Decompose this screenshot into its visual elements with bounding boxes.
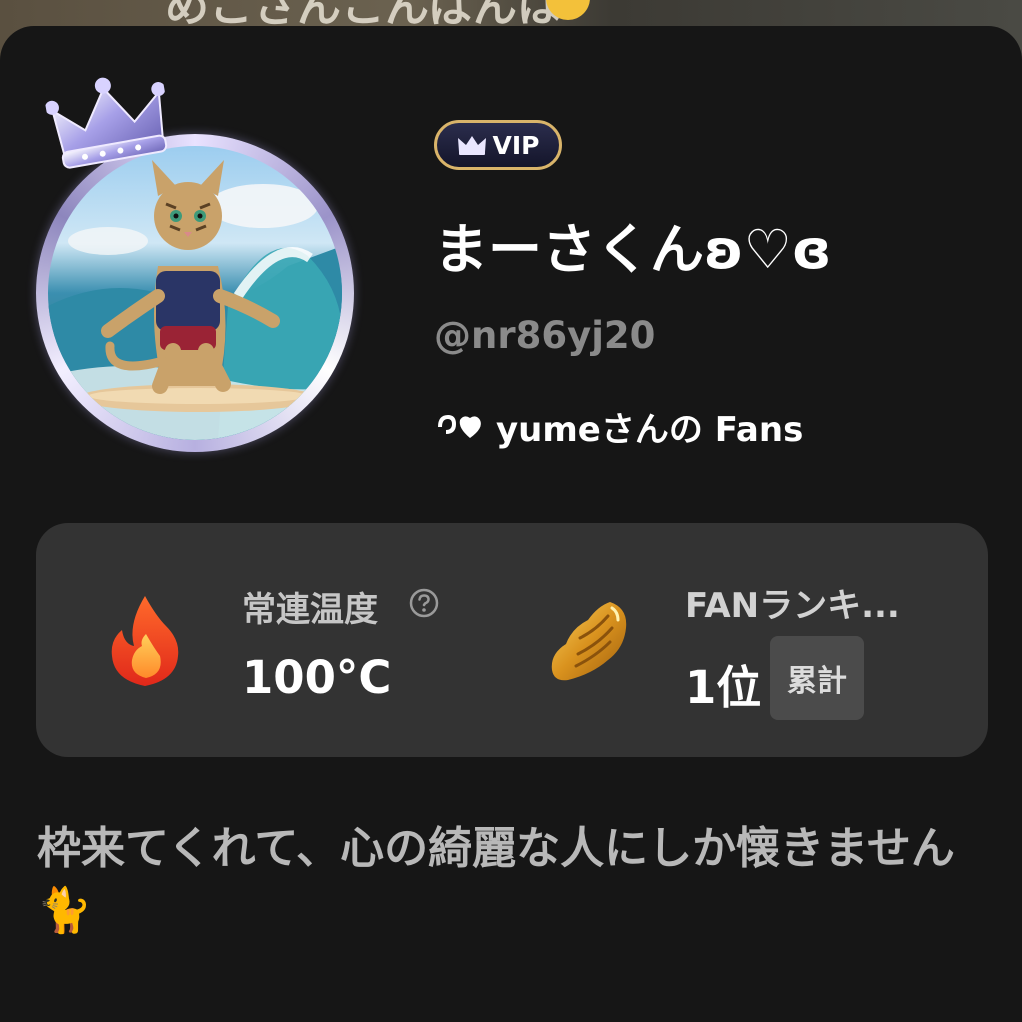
fire-icon <box>111 596 179 686</box>
ranking-value: 1位 <box>685 661 762 714</box>
vip-badge-label: VIP <box>492 130 540 160</box>
temperature-value: 100°C <box>242 651 392 704</box>
golden-wing-icon <box>551 602 627 681</box>
avatar[interactable] <box>36 134 354 452</box>
surfing-cat-illustration <box>48 160 342 440</box>
vip-crown-icon <box>457 136 486 155</box>
question-circle-icon[interactable] <box>409 588 439 618</box>
user-display-name: まーさくんʚ♡ɞ <box>434 218 832 281</box>
vip-badge: VIP <box>434 120 562 170</box>
avatar-image <box>48 146 342 440</box>
ranking-title: FANランキ... <box>685 586 900 626</box>
fan-of-line[interactable]: yumeさんの Fans <box>434 402 803 451</box>
user-handle: @nr86yj20 <box>434 314 656 357</box>
cumulative-tag[interactable]: 累計 <box>770 636 864 720</box>
ribbon-heart-icon <box>438 414 481 438</box>
fan-of-label: yumeさんの Fans <box>496 410 804 450</box>
temperature-title: 常連温度 <box>242 590 378 630</box>
crown-icon <box>44 77 168 169</box>
profile-bio: 枠来てくれて、心の綺麗な人にしか懐きません🐈 <box>37 823 955 936</box>
